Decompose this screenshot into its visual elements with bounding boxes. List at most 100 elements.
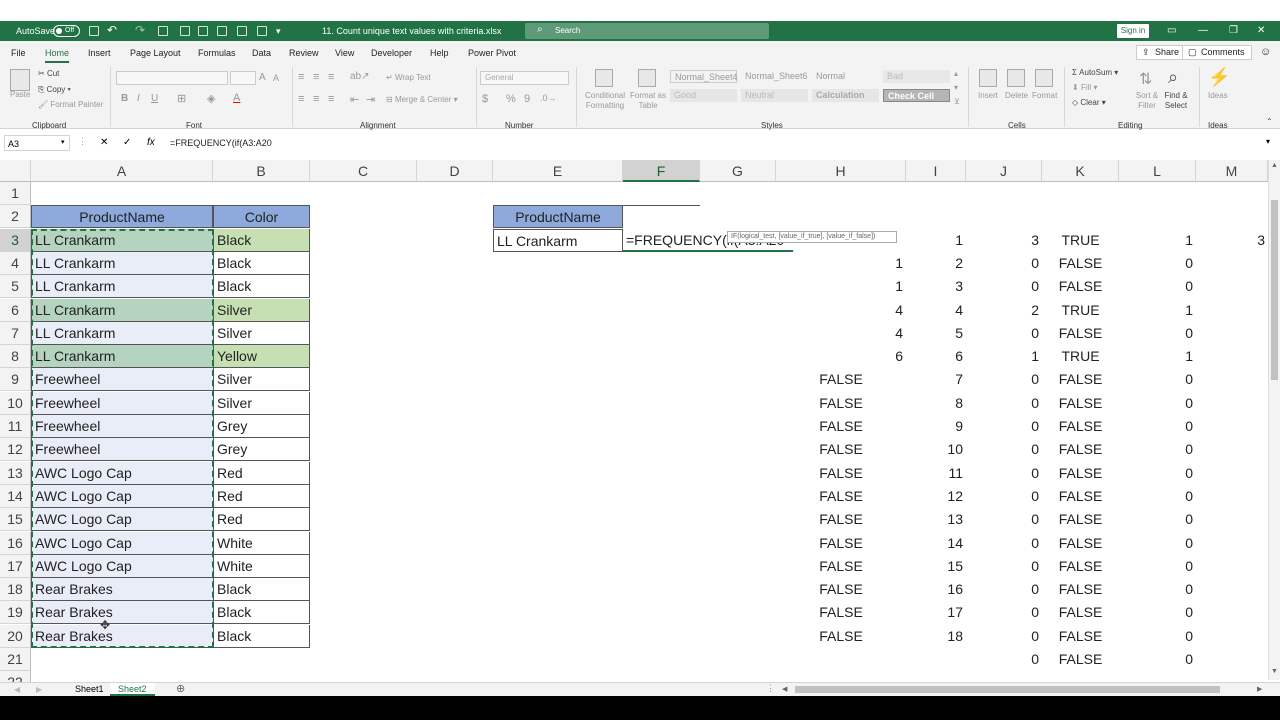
helper-cell-i[interactable]: 5 — [906, 322, 966, 345]
table-cell-color[interactable]: Yellow — [213, 345, 310, 368]
delete-cells-icon[interactable] — [1007, 69, 1025, 87]
table-cell-productname[interactable]: AWC Logo Cap — [31, 532, 213, 555]
font-color-icon[interactable]: A — [233, 92, 240, 104]
helper-cell-h[interactable]: 1 — [776, 275, 906, 298]
style-bad[interactable]: Bad — [883, 70, 950, 83]
table-cell-color[interactable]: Black — [213, 601, 310, 624]
decrease-indent-icon[interactable]: ⇤ — [350, 93, 359, 106]
helper-cell-k[interactable]: FALSE — [1042, 368, 1119, 391]
helper-cell-i[interactable]: 10 — [906, 438, 966, 461]
number-format-dropdown[interactable]: General — [480, 71, 569, 85]
scroll-up-icon[interactable]: ▲ — [1271, 162, 1278, 169]
style-normal[interactable]: Normal — [812, 70, 879, 83]
helper-cell-i[interactable]: 18 — [906, 625, 966, 648]
helper-cell-j[interactable]: 1 — [966, 345, 1042, 368]
file-name[interactable]: 11. Count unique text values with criter… — [322, 26, 501, 36]
sheet-tab-sheet1[interactable]: Sheet1 — [75, 684, 104, 694]
table-cell-color[interactable]: Silver — [213, 322, 310, 345]
table-cell-productname[interactable]: Freewheel — [31, 415, 213, 438]
quick-access-icon[interactable] — [257, 26, 267, 36]
open-icon[interactable] — [198, 26, 208, 36]
helper-cell-h[interactable]: FALSE — [776, 625, 906, 648]
cancel-icon[interactable]: ✕ — [100, 137, 108, 148]
criteria-header[interactable]: ProductName — [493, 205, 623, 228]
helper-cell-h[interactable]: FALSE — [776, 368, 906, 391]
helper-cell-k[interactable]: FALSE — [1042, 485, 1119, 508]
table-header-productname[interactable]: ProductName — [31, 205, 213, 228]
autosum-button[interactable]: Σ AutoSum ▾ — [1072, 68, 1118, 77]
helper-cell-j[interactable]: 0 — [966, 392, 1042, 415]
style-normal-sheet4[interactable]: Normal_Sheet4 — [670, 70, 738, 83]
select-all-corner[interactable] — [0, 160, 31, 182]
helper-cell-l[interactable]: 0 — [1119, 392, 1196, 415]
helper-cell-h[interactable]: FALSE — [776, 462, 906, 485]
helper-cell-l[interactable]: 1 — [1119, 229, 1196, 252]
helper-cell-l[interactable]: 0 — [1119, 415, 1196, 438]
table-cell-productname[interactable]: LL Crankarm — [31, 322, 213, 345]
next-sheet-icon[interactable]: ▶ — [36, 685, 42, 694]
helper-cell-j[interactable]: 0 — [966, 485, 1042, 508]
table-cell-color[interactable]: Silver — [213, 392, 310, 415]
helper-cell-m[interactable]: 3 — [1196, 229, 1268, 252]
format-cells-label[interactable]: Format — [1032, 91, 1057, 100]
row-header-19[interactable]: 19 — [0, 601, 31, 624]
style-calculation[interactable]: Calculation — [812, 89, 879, 102]
helper-cell-j[interactable]: 0 — [966, 625, 1042, 648]
increase-indent-icon[interactable]: ⇥ — [366, 93, 375, 106]
helper-cell-h[interactable]: FALSE — [776, 485, 906, 508]
column-header-c[interactable]: C — [310, 160, 417, 182]
helper-cell-l[interactable]: 0 — [1119, 275, 1196, 298]
table-cell-color[interactable]: Red — [213, 462, 310, 485]
helper-cell-j[interactable]: 0 — [966, 415, 1042, 438]
minimize-icon[interactable]: — — [1198, 25, 1208, 36]
font-name-dropdown[interactable] — [116, 71, 228, 85]
helper-cell-j[interactable]: 0 — [966, 368, 1042, 391]
helper-cell-i[interactable]: 7 — [906, 368, 966, 391]
helper-cell-i[interactable]: 3 — [906, 275, 966, 298]
row-header-21[interactable]: 21 — [0, 648, 31, 671]
helper-cell-k[interactable]: FALSE — [1042, 578, 1119, 601]
helper-cell-i[interactable]: 4 — [906, 299, 966, 322]
helper-cell-k[interactable]: TRUE — [1042, 345, 1119, 368]
helper-cell-j[interactable]: 2 — [966, 299, 1042, 322]
styles-more-icon[interactable]: ⊻ — [954, 97, 960, 106]
helper-cell-h[interactable]: 1 — [776, 252, 906, 275]
table-cell-productname[interactable]: LL Crankarm — [31, 299, 213, 322]
helper-cell-j[interactable]: 0 — [966, 601, 1042, 624]
table-cell-color[interactable]: Black — [213, 625, 310, 648]
helper-cell-j[interactable]: 0 — [966, 555, 1042, 578]
table-cell-productname[interactable]: Freewheel — [31, 368, 213, 391]
column-header-h[interactable]: H — [776, 160, 906, 182]
style-neutral[interactable]: Neutral — [741, 89, 808, 102]
percent-button[interactable]: % — [506, 93, 516, 105]
helper-cell-l[interactable]: 0 — [1119, 648, 1196, 671]
align-top-icon[interactable]: ≡ — [298, 71, 304, 83]
quick-access-icon[interactable] — [237, 26, 247, 36]
table-cell-color[interactable]: Grey — [213, 415, 310, 438]
table-cell-color[interactable]: Black — [213, 275, 310, 298]
expand-formula-bar-icon[interactable]: ▾ — [1266, 137, 1270, 146]
row-header-4[interactable]: 4 — [0, 252, 31, 275]
increase-decimal-icon[interactable]: .0→ — [540, 93, 557, 103]
helper-cell-j[interactable]: 0 — [966, 462, 1042, 485]
column-header-j[interactable]: J — [966, 160, 1042, 182]
helper-cell-l[interactable]: 0 — [1119, 625, 1196, 648]
column-header-a[interactable]: A — [31, 160, 213, 182]
new-icon[interactable] — [158, 26, 168, 36]
helper-cell-h[interactable]: FALSE — [776, 438, 906, 461]
tab-home[interactable]: Home — [45, 48, 70, 63]
table-cell-productname[interactable]: LL Crankarm — [31, 345, 213, 368]
helper-cell-h[interactable]: 4 — [776, 299, 906, 322]
find-select-label[interactable]: Find & Select — [1161, 91, 1191, 111]
style-normal-sheet6[interactable]: Normal_Sheet6 — [741, 70, 808, 83]
helper-cell-j[interactable]: 0 — [966, 648, 1042, 671]
helper-cell-l[interactable]: 1 — [1119, 299, 1196, 322]
helper-cell-l[interactable]: 0 — [1119, 508, 1196, 531]
format-painter-button[interactable]: 🖌 Format Painter — [38, 100, 103, 109]
tab-developer[interactable]: Developer — [371, 48, 412, 58]
quick-access-icon[interactable] — [217, 26, 227, 36]
restore-icon[interactable]: ❐ — [1229, 25, 1238, 36]
orientation-icon[interactable]: ab↗ — [350, 71, 370, 82]
row-header-10[interactable]: 10 — [0, 392, 31, 415]
close-icon[interactable]: ✕ — [1257, 25, 1265, 36]
